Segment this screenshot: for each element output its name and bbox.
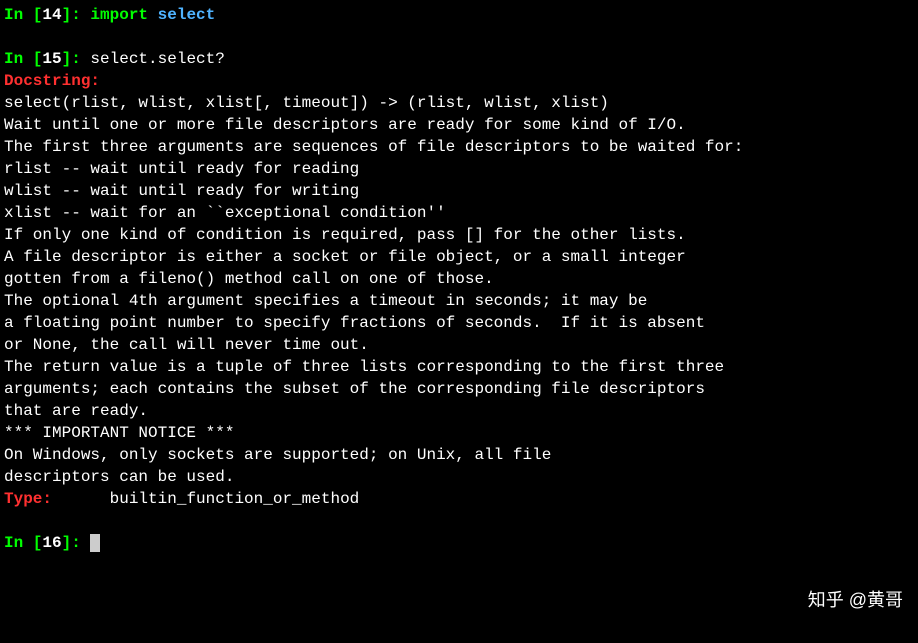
doc-line: wlist -- wait until ready for writing [4,180,914,202]
prompt-number: 14 [42,6,61,24]
prompt-number: 16 [42,534,61,552]
input-cell-15: In [15]: select.select? [4,48,914,70]
type-line: Type: builtin_function_or_method [4,488,914,510]
doc-line: gotten from a fileno() method call on on… [4,268,914,290]
docstring-header: Docstring: [4,70,914,92]
doc-line: The optional 4th argument specifies a ti… [4,290,914,312]
doc-line: The first three arguments are sequences … [4,136,914,158]
code-query: select.select? [90,50,224,68]
doc-line: xlist -- wait for an ``exceptional condi… [4,202,914,224]
prompt-suffix: ]: [62,534,91,552]
module-select: select [158,6,216,24]
docstring-label: Docstring: [4,72,100,90]
input-cell-14: In [14]: import select [4,4,914,26]
doc-line: arguments; each contains the subset of t… [4,378,914,400]
doc-line: A file descriptor is either a socket or … [4,246,914,268]
prompt-suffix: ]: [62,6,91,24]
doc-line: or None, the call will never time out. [4,334,914,356]
doc-line: On Windows, only sockets are supported; … [4,444,914,466]
type-value: builtin_function_or_method [110,490,360,508]
type-label: Type: [4,490,52,508]
blank-line [4,26,914,48]
keyword-import: import [90,6,148,24]
doc-line: Wait until one or more file descriptors … [4,114,914,136]
doc-line: a floating point number to specify fract… [4,312,914,334]
terminal-output: In [14]: import select In [15]: select.s… [4,4,914,554]
prompt-label: In [ [4,6,42,24]
doc-line: select(rlist, wlist, xlist[, timeout]) -… [4,92,914,114]
cursor[interactable] [90,534,100,552]
prompt-label: In [ [4,534,42,552]
watermark: 知乎 @黄哥 [808,588,903,613]
doc-line: descriptors can be used. [4,466,914,488]
space [148,6,158,24]
doc-line: The return value is a tuple of three lis… [4,356,914,378]
prompt-number: 15 [42,50,61,68]
input-cell-16[interactable]: In [16]: [4,532,914,554]
prompt-suffix: ]: [62,50,91,68]
doc-line: that are ready. [4,400,914,422]
blank-line [4,510,914,532]
type-spacing [52,490,110,508]
prompt-label: In [ [4,50,42,68]
doc-line: *** IMPORTANT NOTICE *** [4,422,914,444]
doc-line: If only one kind of condition is require… [4,224,914,246]
doc-line: rlist -- wait until ready for reading [4,158,914,180]
